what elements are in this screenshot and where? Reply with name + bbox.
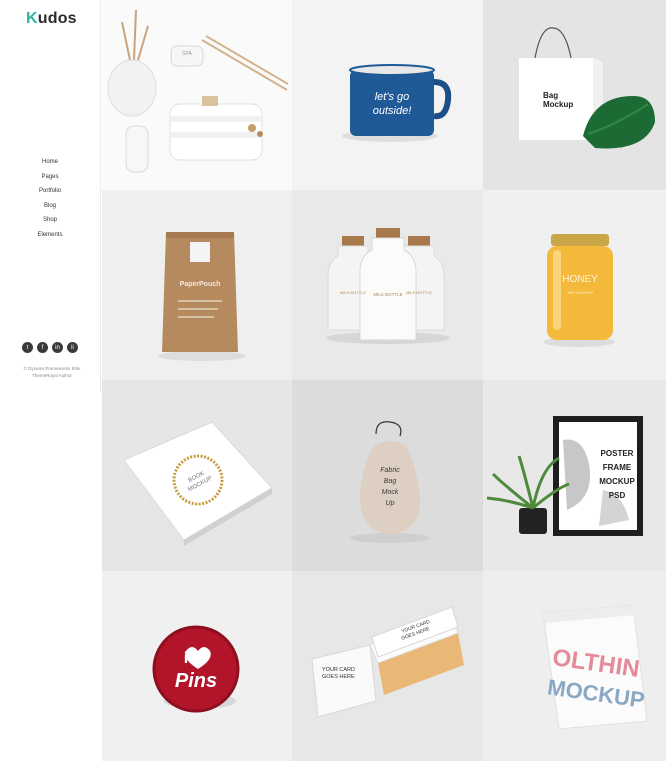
portfolio-item-fabric-bag[interactable]: Fabric Bag Mock Up: [292, 380, 483, 571]
poster-text-2: FRAME: [603, 463, 632, 472]
honey-subtitle: JAR MOCKUP: [567, 290, 594, 295]
portfolio-item-spa[interactable]: SPA: [102, 0, 292, 190]
pouch-text: PaperPouch: [180, 281, 221, 288]
footer-line-1: © DynamicFrameworks Elite: [23, 366, 81, 371]
honey-jar-image: HONEY JAR MOCKUP: [543, 234, 615, 347]
nav-item-elements[interactable]: Elements: [0, 228, 100, 243]
portfolio-item-mug[interactable]: let's go outside!: [292, 0, 483, 190]
facebook-icon[interactable]: f: [37, 342, 48, 353]
fabric-text-2: Bag: [384, 478, 397, 485]
sidebar: Kudos Home Pages Portfolio Blog Shop Ele…: [0, 0, 101, 392]
card-text-1: YOUR CARD: [322, 667, 355, 673]
fabric-bag-image: Fabric Bag Mock Up: [350, 421, 430, 543]
portfolio-item-pouch[interactable]: PaperPouch: [102, 190, 292, 380]
fabric-text-4: Up: [386, 500, 395, 507]
business-cards-image: YOUR CARD GOES HERE YOUR CARD GOES HERE: [311, 606, 464, 718]
brand-logo-initial: K: [26, 10, 38, 27]
poster-text-3: MOCKUP: [599, 477, 635, 486]
portfolio-item-poster[interactable]: POSTER FRAME MOCKUP PSD: [483, 380, 666, 571]
pins-text-2: Pins: [175, 670, 217, 692]
main-nav: Home Pages Portfolio Blog Shop Elements: [0, 155, 100, 242]
bag-mockup-image: Bag Mockup: [519, 27, 655, 149]
fabric-text-1: Fabric: [380, 467, 400, 474]
nav-item-shop[interactable]: Shop: [0, 213, 100, 228]
fabric-text-3: Mock: [382, 489, 399, 496]
poster-text-1: POSTER: [601, 449, 634, 458]
milk-label-1: MILK BOTTLE: [340, 290, 366, 295]
book-mockup-image: BOOK MOCKUP: [123, 421, 273, 546]
milk-label-3: MILK BOTTLE: [406, 290, 432, 295]
portfolio-grid: SPA let's go outside! Bag Mockup PaperPo…: [102, 0, 666, 761]
nav-item-portfolio[interactable]: Portfolio: [0, 184, 100, 199]
spa-label: SPA: [182, 51, 192, 57]
portfolio-item-pins[interactable]: i Pins: [102, 571, 292, 761]
spa-set-image: SPA: [107, 9, 289, 173]
bag-text-1: Bag: [543, 91, 558, 100]
footer-copyright: © DynamicFrameworks Elite ThemeRoyal Aut…: [14, 365, 90, 379]
mug-text-2: outside!: [373, 105, 412, 117]
mug-image: let's go outside!: [342, 64, 452, 142]
paper-pouch-image: PaperPouch: [158, 232, 246, 361]
brand-logo[interactable]: Kudos: [26, 10, 77, 28]
poster-frame-image: POSTER FRAME MOCKUP PSD: [486, 416, 643, 536]
mug-text-1: let's go: [375, 91, 410, 103]
honey-title: HONEY: [562, 274, 598, 285]
poster-text-4: PSD: [609, 491, 626, 500]
tshirt-mockup-image: OLTHIN MOCKUP: [542, 604, 648, 730]
brand-logo-rest: udos: [37, 10, 77, 27]
portfolio-item-milk[interactable]: MILK BOTTLE MILK BOTTLE MILK BOTTLE: [292, 190, 483, 380]
social-links: t f in li: [22, 342, 82, 353]
pins-badge-image: i Pins: [152, 625, 240, 713]
instagram-icon[interactable]: in: [52, 342, 63, 353]
portfolio-item-cards[interactable]: YOUR CARD GOES HERE YOUR CARD GOES HERE: [292, 571, 483, 761]
portfolio-item-bag[interactable]: Bag Mockup: [483, 0, 666, 190]
portfolio-item-honey[interactable]: HONEY JAR MOCKUP: [483, 190, 666, 380]
milk-label-2: MILK BOTTLE: [373, 292, 402, 297]
card-text-2: GOES HERE: [322, 674, 355, 680]
portfolio-item-book[interactable]: BOOK MOCKUP: [102, 380, 292, 571]
bag-text-2: Mockup: [543, 100, 573, 109]
linkedin-icon[interactable]: li: [67, 342, 78, 353]
nav-item-home[interactable]: Home: [0, 155, 100, 170]
milk-bottles-image: MILK BOTTLE MILK BOTTLE MILK BOTTLE: [326, 228, 450, 344]
footer-line-2: ThemeRoyal Author: [32, 373, 72, 378]
nav-item-blog[interactable]: Blog: [0, 199, 100, 214]
nav-item-pages[interactable]: Pages: [0, 170, 100, 185]
twitter-icon[interactable]: t: [22, 342, 33, 353]
portfolio-item-tshirt[interactable]: OLTHIN MOCKUP: [483, 571, 666, 761]
